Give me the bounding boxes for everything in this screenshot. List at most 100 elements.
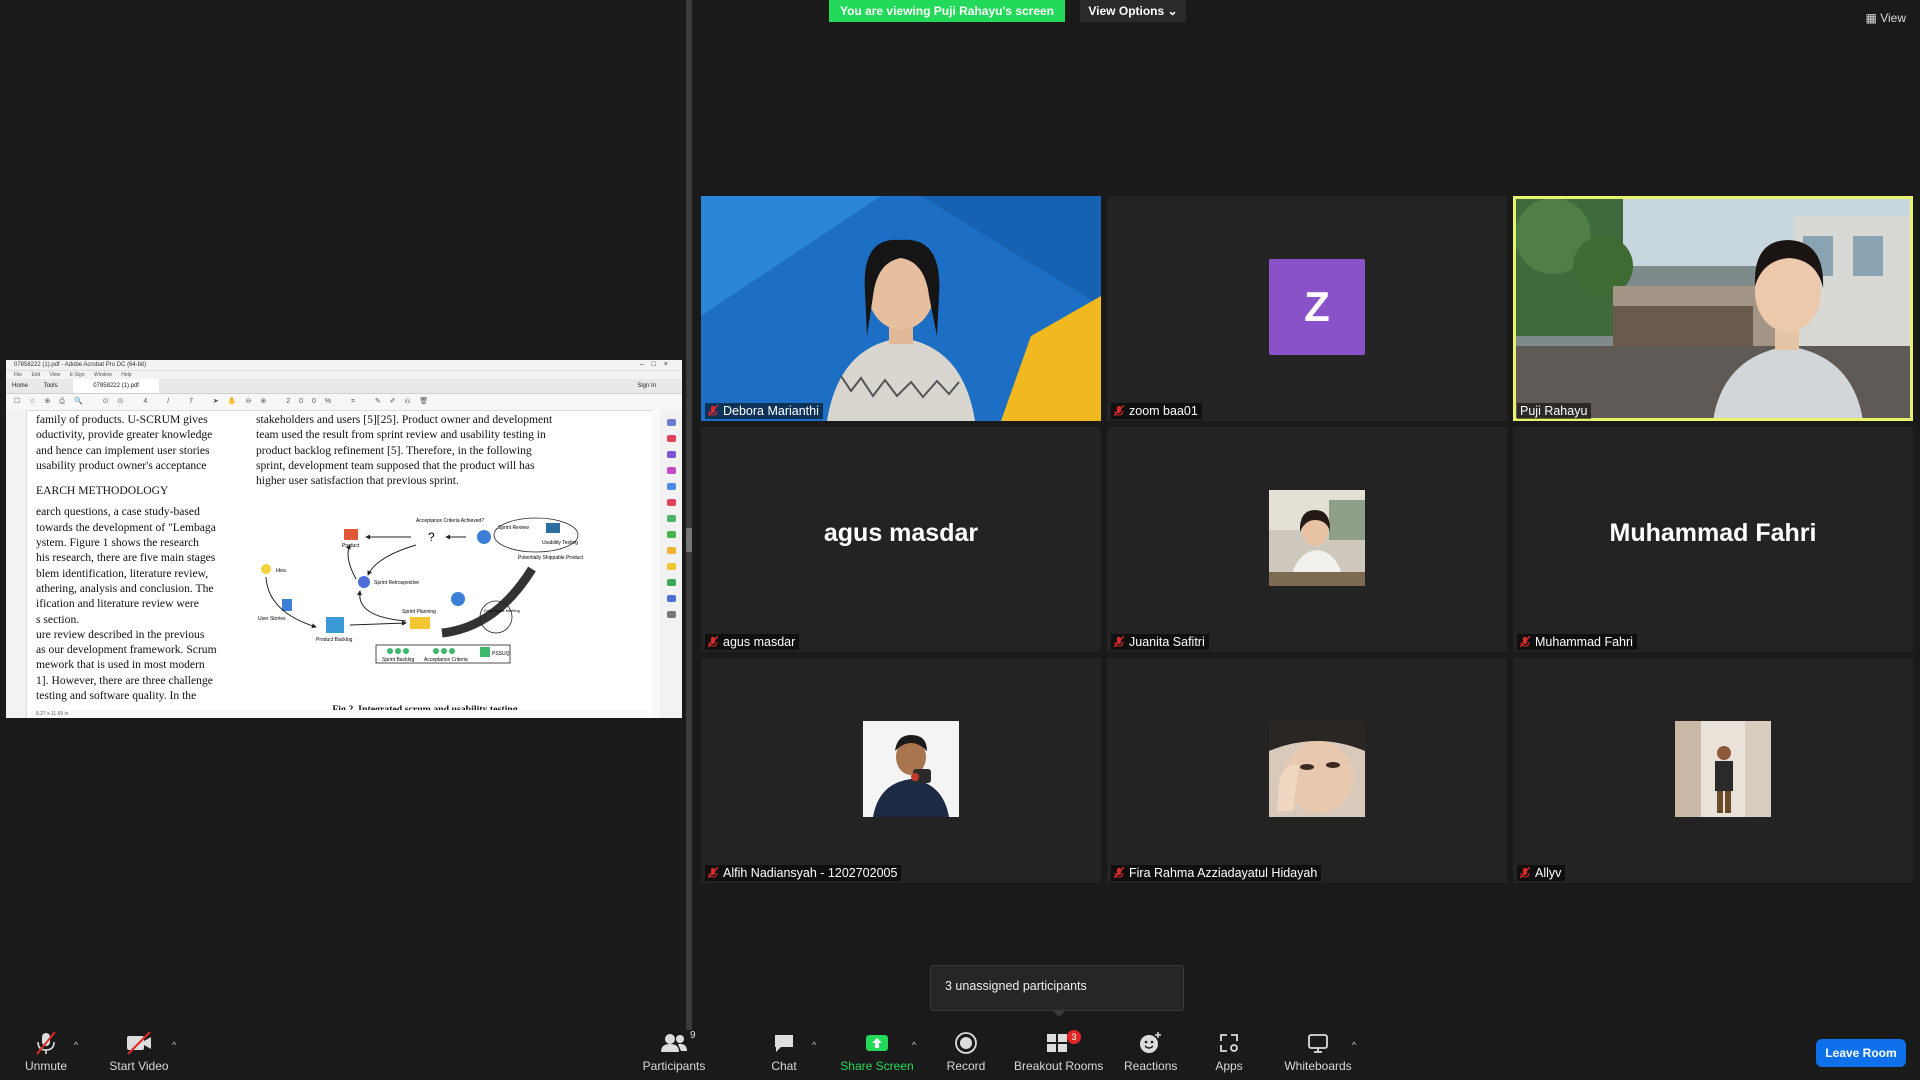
share-options-caret[interactable]: ^ xyxy=(912,1040,916,1050)
share-screen-label: Share Screen xyxy=(840,1059,914,1073)
tab-tools[interactable]: Tools xyxy=(44,383,58,389)
apps-icon xyxy=(1220,1034,1238,1052)
menu-help[interactable]: Help xyxy=(121,372,131,378)
tool-icon[interactable] xyxy=(666,483,676,490)
text-line: athering, analysis and conclusion. The xyxy=(36,581,214,595)
participant-tile[interactable]: Allyv xyxy=(1513,658,1913,883)
diagram-label: Acceptance Criteria Achieved? xyxy=(416,518,484,524)
avatar: Z xyxy=(1269,259,1365,355)
flow-arrow xyxy=(356,590,407,622)
participant-nametag: Alfih Nadiansyah - 1202702005 xyxy=(705,865,902,881)
tool-icon[interactable] xyxy=(666,595,676,602)
acrobat-right-rail[interactable] xyxy=(659,410,682,718)
view-options-label: View Options xyxy=(1088,4,1165,18)
tool-icon[interactable] xyxy=(666,547,676,554)
participant-name: Allyv xyxy=(1535,866,1562,880)
tab-home[interactable]: Home xyxy=(12,383,28,389)
zoom-level[interactable]: 200% xyxy=(286,398,340,405)
pssuq-icon xyxy=(480,647,490,657)
tool-icon[interactable] xyxy=(666,419,676,426)
unmute-button[interactable]: Unmute xyxy=(18,1030,74,1073)
participant-name: Debora Marianthi xyxy=(723,404,819,418)
view-options-button[interactable]: View Options ⌄ xyxy=(1080,0,1186,22)
acrobat-toolbar[interactable]: ☐☆⊕⎙🔍 ⊙⊙ 4 / 7 ➤✋⊖⊕ 200% ⌗ ✎✐⎌🗑 xyxy=(6,394,682,411)
diagram-label: Sprint Review xyxy=(498,525,529,531)
unassigned-participants-tooltip: 3 unassigned participants xyxy=(930,965,1184,1011)
task-dot xyxy=(433,648,439,654)
participant-tile[interactable]: Muhammad Fahri Muhammad Fahri xyxy=(1513,427,1913,652)
tool-icon[interactable] xyxy=(666,531,676,538)
tool-icon[interactable] xyxy=(666,563,676,570)
share-screen-button[interactable]: Share Screen xyxy=(840,1030,914,1073)
participant-nametag: zoom baa01 xyxy=(1111,403,1202,419)
whiteboards-button[interactable]: Whiteboards xyxy=(1280,1030,1356,1073)
participant-video xyxy=(701,196,1101,421)
breakout-rooms-button[interactable]: 3 Breakout Rooms xyxy=(1014,1030,1103,1073)
user-stories-icon xyxy=(282,599,292,611)
window-controls[interactable]: –□× xyxy=(640,360,676,370)
participant-display-name: agus masdar xyxy=(823,519,979,547)
acrobat-window: 07858222 (1).pdf - Adobe Acrobat Pro DC … xyxy=(6,360,682,718)
menu-view[interactable]: View xyxy=(49,372,60,378)
breakout-badge: 3 xyxy=(1067,1030,1081,1044)
tool-icon[interactable] xyxy=(666,611,676,618)
audio-options-caret[interactable]: ^ xyxy=(74,1040,78,1050)
sign-in-link[interactable]: Sign In xyxy=(637,379,656,393)
participant-tile[interactable]: agus masdar agus masdar xyxy=(701,427,1101,652)
view-button[interactable]: ▦ View xyxy=(1866,11,1906,25)
menu-window[interactable]: Window xyxy=(94,372,112,378)
text-line: ystem. Figure 1 shows the research xyxy=(36,536,199,550)
diagram-label: Acceptance Criteria xyxy=(424,657,468,663)
whiteboard-options-caret[interactable]: ^ xyxy=(1352,1040,1356,1050)
apps-button[interactable]: Apps xyxy=(1212,1030,1246,1073)
mic-muted-icon xyxy=(1520,867,1530,879)
acrobat-left-rail[interactable] xyxy=(6,410,27,718)
acrobat-tab-bar: Home Tools 07858222 (1).pdf Sign In xyxy=(6,379,682,394)
participant-tile[interactable]: Debora Marianthi xyxy=(701,196,1101,421)
tool-icon[interactable] xyxy=(666,467,676,474)
tool-icon[interactable] xyxy=(666,515,676,522)
shared-screen-pane: 07858222 (1).pdf - Adobe Acrobat Pro DC … xyxy=(0,0,686,1030)
leave-room-button[interactable]: Leave Room xyxy=(1816,1039,1906,1067)
text-line: sprint, development team supposed that t… xyxy=(256,458,535,472)
task-dot xyxy=(387,648,393,654)
mic-muted-icon xyxy=(708,636,718,648)
chat-options-caret[interactable]: ^ xyxy=(812,1040,816,1050)
participant-tile[interactable]: Z zoom baa01 xyxy=(1107,196,1507,421)
menu-edit[interactable]: Edit xyxy=(31,372,40,378)
mic-muted-icon xyxy=(708,405,718,417)
participant-tile-active-speaker[interactable]: Puji Rahayu xyxy=(1513,196,1913,421)
text-line: higher user satisfaction that previous s… xyxy=(256,474,459,488)
split-divider[interactable] xyxy=(686,0,692,1030)
document-scrollbar[interactable] xyxy=(652,410,660,718)
diagram-label: PSSUQ xyxy=(492,651,510,657)
chat-icon xyxy=(775,1035,793,1052)
reactions-button[interactable]: Reactions xyxy=(1124,1030,1177,1073)
text-line: oductivity, provide greater knowledge xyxy=(36,428,213,442)
start-video-button[interactable]: Start Video xyxy=(106,1030,172,1073)
tool-icon[interactable] xyxy=(666,499,676,506)
chat-button[interactable]: Chat xyxy=(766,1030,802,1073)
menu-esign[interactable]: E-Sign xyxy=(70,372,85,378)
pdf-page: family of products. U-SCRUM gives oducti… xyxy=(30,412,650,715)
participant-tile[interactable]: Juanita Safitri xyxy=(1107,427,1507,652)
page-indicator[interactable]: 4 / 7 xyxy=(143,398,202,405)
participant-name: zoom baa01 xyxy=(1129,404,1198,418)
participant-video xyxy=(1513,196,1913,421)
record-button[interactable]: Record xyxy=(944,1030,988,1073)
tab-document[interactable]: 07858222 (1).pdf xyxy=(73,379,159,393)
split-divider-handle[interactable] xyxy=(686,528,692,552)
diagram-label: Sprint Retrospective xyxy=(374,580,419,586)
diagram-label: Sprint Backlog xyxy=(382,657,414,663)
tool-icon[interactable] xyxy=(666,451,676,458)
participants-button[interactable]: 9 Participants xyxy=(640,1030,708,1073)
tool-icon[interactable] xyxy=(666,435,676,442)
video-options-caret[interactable]: ^ xyxy=(172,1040,176,1050)
tool-icon[interactable] xyxy=(666,579,676,586)
text-line: testing and software quality. In the xyxy=(36,689,197,702)
participant-tile[interactable]: Fira Rahma Azziadayatul Hidayah xyxy=(1107,658,1507,883)
participant-name: Muhammad Fahri xyxy=(1535,635,1633,649)
text-line: family of products. U-SCRUM gives xyxy=(36,413,208,426)
participant-tile[interactable]: Alfih Nadiansyah - 1202702005 xyxy=(701,658,1101,883)
menu-file[interactable]: File xyxy=(14,372,22,378)
